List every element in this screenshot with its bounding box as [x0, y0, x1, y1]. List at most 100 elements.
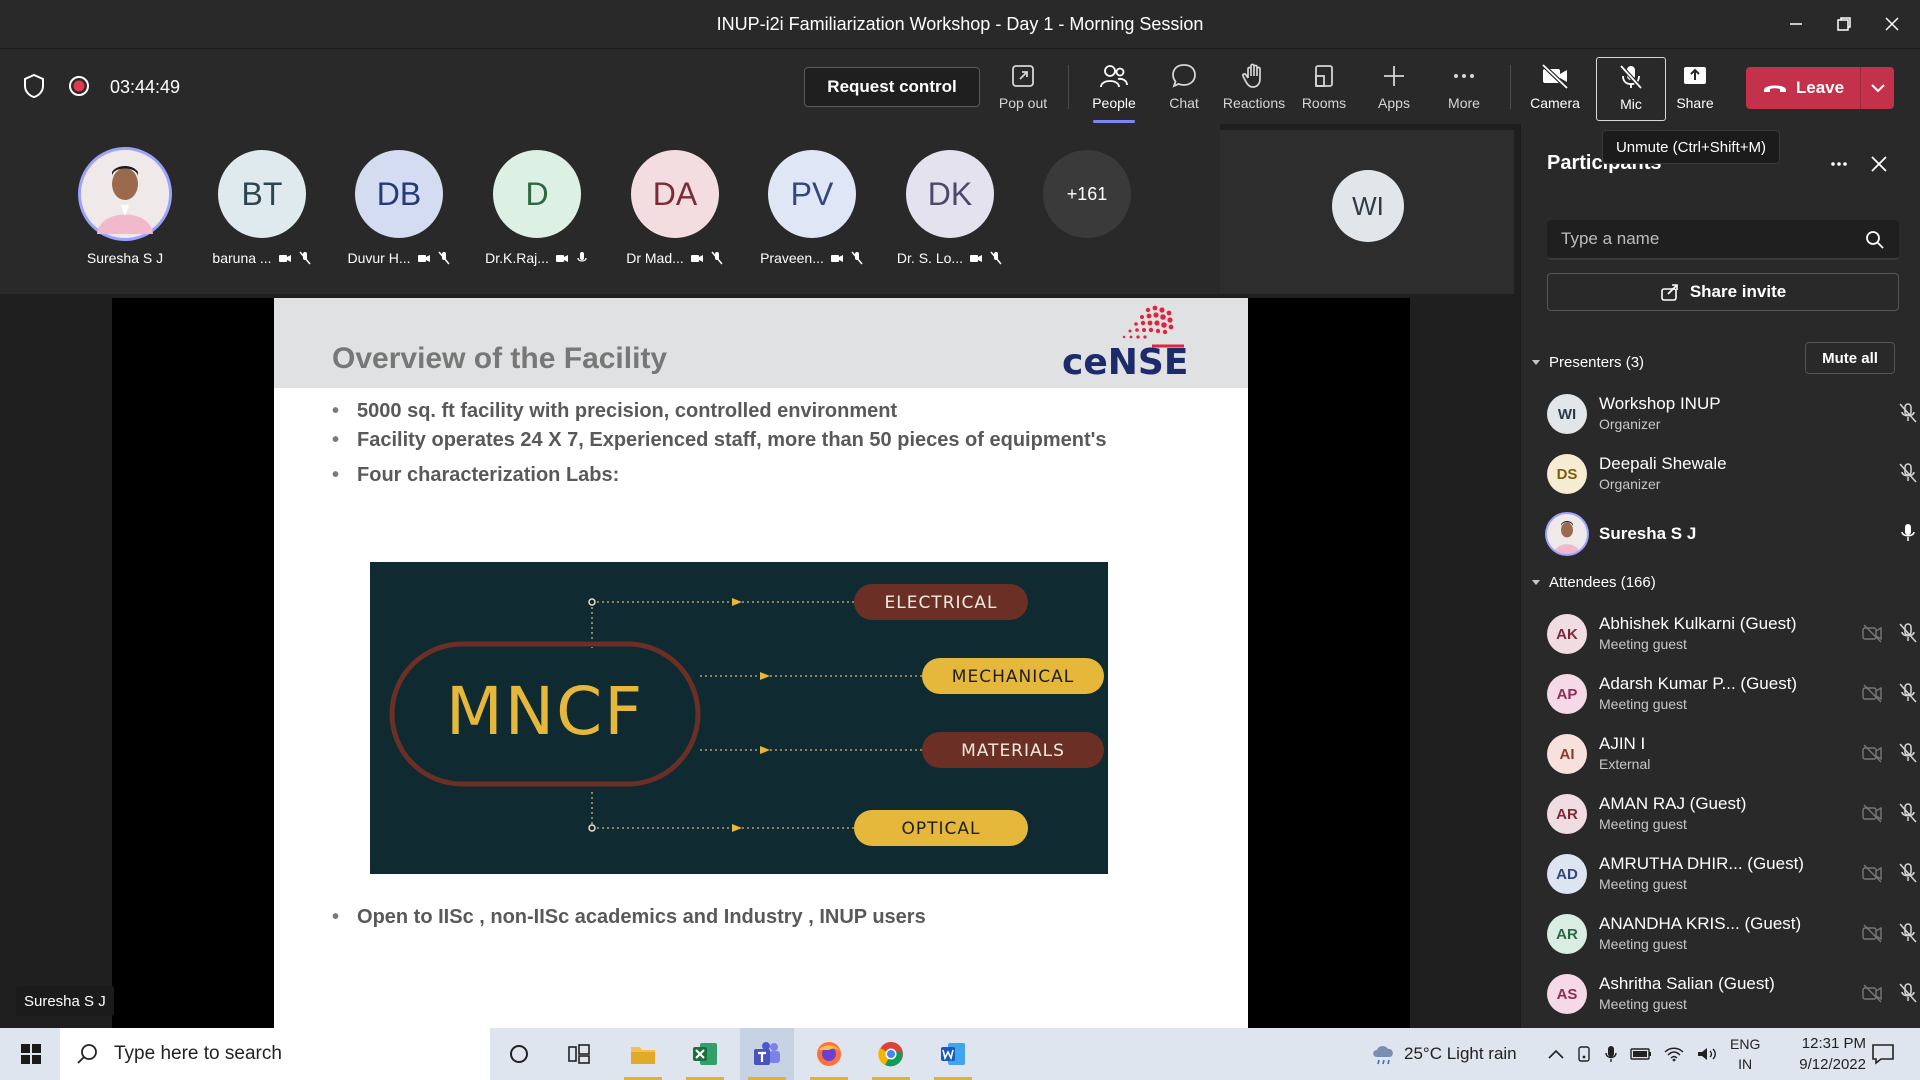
avatar: [1547, 514, 1587, 554]
slide-bullet: • Open to IISc , non-IISc academics and I…: [332, 906, 926, 928]
participant-role: Meeting guest: [1599, 636, 1687, 652]
cortana-button[interactable]: [492, 1028, 546, 1080]
pop-out-icon: [1012, 65, 1034, 87]
participant-row[interactable]: DS Deepali Shewale Organizer: [1547, 446, 1917, 502]
start-button[interactable]: [4, 1028, 58, 1080]
participant-row[interactable]: WI Workshop INUP Organizer: [1547, 386, 1917, 442]
participant-search[interactable]: [1547, 220, 1899, 260]
participant-row[interactable]: AR ANANDHA KRIS... (Guest) Meeting guest: [1547, 906, 1917, 962]
close-window-button[interactable]: [1872, 10, 1912, 38]
input-language[interactable]: ENG IN: [1730, 1028, 1760, 1080]
file-explorer-app[interactable]: [616, 1028, 670, 1080]
battery-icon: [1630, 1048, 1651, 1060]
camera-button[interactable]: Camera: [1520, 61, 1590, 117]
minimize-button[interactable]: [1776, 10, 1816, 38]
cortana-circle-icon: [510, 1045, 528, 1063]
participant-row[interactable]: AK Abhishek Kulkarni (Guest) Meeting gue…: [1547, 606, 1917, 662]
logo-wordmark: ceNSE: [1062, 342, 1188, 382]
mic-off-icon: [1619, 64, 1643, 90]
share-invite-button[interactable]: Share invite: [1547, 273, 1899, 311]
excel-app[interactable]: [678, 1028, 732, 1080]
participant-role: Meeting guest: [1599, 876, 1687, 892]
mic-icon[interactable]: [1897, 522, 1919, 549]
camera-off-icon: [1541, 63, 1569, 90]
camera-off-icon: [1861, 922, 1883, 949]
word-icon: [941, 1043, 965, 1065]
mic-off-icon[interactable]: [1897, 802, 1919, 829]
search-icon[interactable]: [1865, 230, 1885, 250]
slide-header: Overview of the Facility ceNSE: [274, 298, 1248, 388]
teams-app[interactable]: [740, 1028, 794, 1080]
camera-off-icon: [1861, 742, 1883, 769]
participant-row[interactable]: AP Adarsh Kumar P... (Guest) Meeting gue…: [1547, 666, 1917, 722]
cense-logo: ceNSE: [1062, 305, 1188, 382]
reactions-button[interactable]: Reactions: [1219, 61, 1289, 117]
stage-video-tile[interactable]: WI: [1220, 130, 1514, 294]
participant-row[interactable]: Suresha S J: [1547, 506, 1915, 562]
gallery-participant[interactable]: DA Dr Mad...: [610, 150, 740, 266]
shield-icon[interactable]: [22, 73, 46, 99]
raise-hand-icon: [1241, 63, 1261, 88]
volume-icon: [1698, 1048, 1716, 1060]
plus-icon: [1384, 66, 1404, 86]
people-button[interactable]: People: [1079, 61, 1149, 123]
participant-row[interactable]: AS Ashritha Salian (Guest) Meeting guest: [1547, 966, 1917, 1022]
shared-screen: Overview of the Facility ceNSE • 5000 sq.…: [112, 298, 1410, 1028]
rooms-button[interactable]: Rooms: [1289, 61, 1359, 117]
mic-off-icon[interactable]: [1897, 982, 1919, 1009]
mic-off-icon[interactable]: [1897, 742, 1919, 769]
presenters-section-toggle[interactable]: Presenters (3): [1531, 354, 1644, 371]
avatar: DS: [1547, 454, 1587, 494]
more-button[interactable]: More: [1429, 61, 1499, 117]
chat-button[interactable]: Chat: [1149, 61, 1219, 117]
restore-button[interactable]: [1824, 10, 1864, 38]
chrome-app[interactable]: [864, 1028, 918, 1080]
gallery-participant[interactable]: D Dr.K.Raj...: [472, 150, 602, 266]
gallery-participant[interactable]: Suresha S J: [60, 150, 190, 266]
firefox-app[interactable]: [802, 1028, 856, 1080]
mic-off-icon[interactable]: [1897, 682, 1919, 709]
request-control-button[interactable]: Request control: [804, 67, 980, 107]
windows-taskbar: Type here to search 25°C Light rain ENG …: [0, 1028, 1920, 1080]
task-view-icon: [568, 1044, 590, 1064]
attendees-section-toggle[interactable]: Attendees (166): [1531, 574, 1656, 591]
caret-down-icon: [1532, 579, 1540, 585]
apps-button[interactable]: Apps: [1359, 61, 1429, 117]
mic-off-icon[interactable]: [1897, 922, 1919, 949]
search-input[interactable]: [1547, 220, 1847, 258]
taskbar-search[interactable]: Type here to search: [60, 1028, 490, 1080]
avatar: WI: [1547, 394, 1587, 434]
mute-all-button[interactable]: Mute all: [1805, 342, 1895, 374]
gallery-participant[interactable]: DB Duvur H...: [334, 150, 464, 266]
mic-off-icon[interactable]: [1897, 462, 1919, 489]
gallery-overflow[interactable]: +161: [1022, 150, 1152, 238]
close-panel-button[interactable]: [1869, 154, 1889, 174]
mic-off-icon[interactable]: [1897, 622, 1919, 649]
participant-row[interactable]: AR AMAN RAJ (Guest) Meeting guest: [1547, 786, 1917, 842]
pop-out-button[interactable]: Pop out: [988, 61, 1058, 117]
gallery-participant[interactable]: BT baruna ...: [197, 150, 327, 266]
mic-off-icon[interactable]: [1897, 402, 1919, 429]
participant-row[interactable]: AD AMRUTHA DHIR... (Guest) Meeting guest: [1547, 846, 1917, 902]
leave-button[interactable]: Leave: [1746, 67, 1894, 109]
avatar: PV: [768, 150, 856, 238]
word-app[interactable]: [926, 1028, 980, 1080]
system-tray-icons[interactable]: [1548, 1028, 1718, 1080]
gallery-name: Suresha S J: [86, 250, 164, 266]
gallery-participant[interactable]: PV Praveen...: [747, 150, 877, 266]
participant-name: Abhishek Kulkarni (Guest): [1599, 614, 1797, 633]
folder-icon: [631, 1047, 655, 1064]
mic-off-icon[interactable]: [1897, 862, 1919, 889]
mic-button[interactable]: Mic: [1596, 57, 1666, 121]
clock[interactable]: 12:31 PM 9/12/2022: [1776, 1028, 1866, 1080]
leave-options-button[interactable]: [1861, 83, 1894, 93]
panel-more-button[interactable]: [1829, 154, 1849, 174]
share-button[interactable]: Share: [1660, 61, 1730, 117]
gallery-participant[interactable]: DK Dr. S. Lo...: [885, 150, 1015, 266]
share-screen-icon: [1684, 67, 1706, 84]
participant-row[interactable]: AI AJIN I External: [1547, 726, 1917, 782]
task-view-button[interactable]: [552, 1028, 606, 1080]
weather-widget[interactable]: 25°C Light rain: [1370, 1028, 1517, 1080]
notifications-button[interactable]: [1856, 1028, 1910, 1080]
avatar: AI: [1547, 734, 1587, 774]
